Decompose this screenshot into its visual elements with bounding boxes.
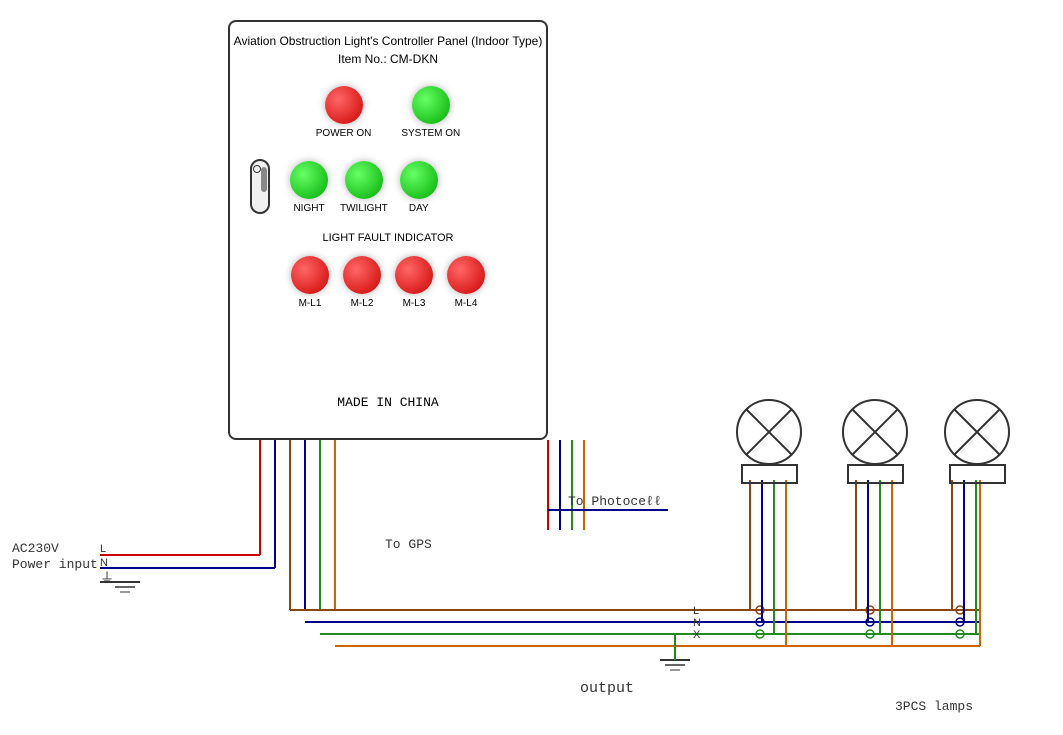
power-on-label: POWER ON [316,128,372,139]
svg-text:To GPS: To GPS [385,537,432,552]
svg-text:To Photoceℓℓ: To Photoceℓℓ [568,494,662,509]
svg-text:3PCS lamps: 3PCS lamps [895,699,973,714]
system-on-led [412,86,450,124]
ml3-indicator: M-L3 [395,256,433,309]
ml4-indicator: M-L4 [447,256,485,309]
twilight-label: TWILIGHT [340,203,388,214]
svg-text:N: N [693,617,701,629]
diagram-container: AC230V Power input L N ⏚ To Photoceℓℓ To… [0,0,1063,735]
panel-title: Aviation Obstruction Light's Controller … [234,32,543,68]
svg-text:output: output [580,680,634,697]
controller-panel: Aviation Obstruction Light's Controller … [228,20,548,440]
key-handle [261,167,267,192]
key-switch[interactable] [250,159,270,214]
system-on-label: SYSTEM ON [401,128,460,139]
svg-text:L: L [100,543,106,555]
night-led [290,161,328,199]
ml3-label: M-L3 [403,298,426,309]
day-indicator: DAY [400,161,438,214]
twilight-led [345,161,383,199]
svg-text:X: X [693,629,701,641]
night-label: NIGHT [293,203,324,214]
night-indicator: NIGHT [290,161,328,214]
ml2-led [343,256,381,294]
twilight-indicator: TWILIGHT [340,161,388,214]
svg-text:AC230V: AC230V [12,541,59,556]
svg-text:⏚: ⏚ [100,570,114,586]
ml2-label: M-L2 [351,298,374,309]
day-led [400,161,438,199]
ml2-indicator: M-L2 [343,256,381,309]
key-hole [253,165,261,173]
svg-text:L: L [693,605,699,617]
system-on-indicator: SYSTEM ON [401,86,460,139]
fault-title: LIGHT FAULT INDICATOR [322,232,453,244]
power-on-led [325,86,363,124]
ml1-indicator: M-L1 [291,256,329,309]
ml1-led [291,256,329,294]
day-label: DAY [409,203,429,214]
ml4-label: M-L4 [455,298,478,309]
ml3-led [395,256,433,294]
ml4-led [447,256,485,294]
svg-text:Power input: Power input [12,557,98,572]
power-on-indicator: POWER ON [316,86,372,139]
svg-text:N: N [100,557,108,569]
ml1-label: M-L1 [299,298,322,309]
made-in-china: MADE IN CHINA [337,395,438,410]
